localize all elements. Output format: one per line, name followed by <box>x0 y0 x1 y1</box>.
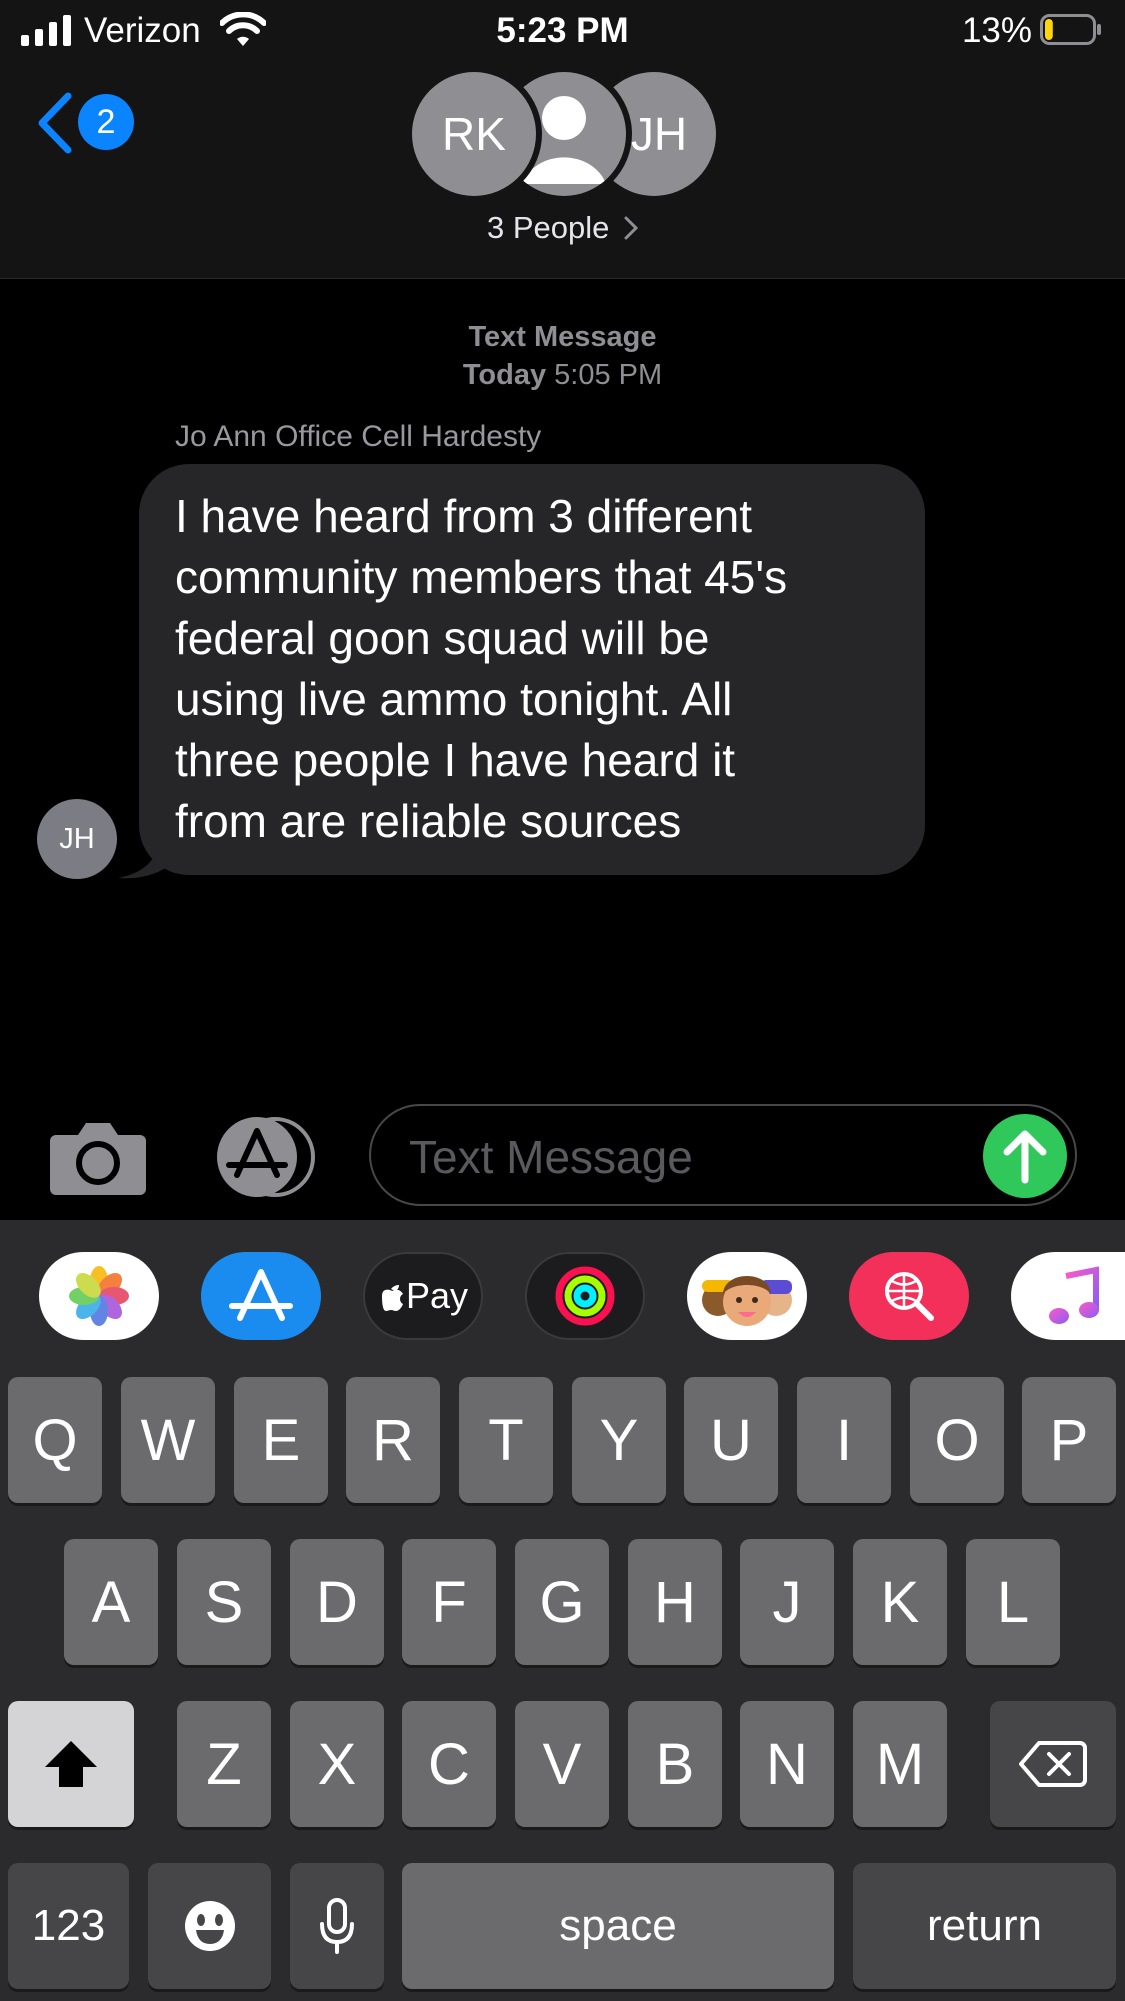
message-timestamp: Today 5:05 PM <box>0 359 1125 392</box>
key-s[interactable]: S <box>177 1539 271 1665</box>
numbers-key[interactable]: 123 <box>8 1863 129 1989</box>
shift-arrow-icon <box>45 1741 97 1787</box>
message-input-placeholder: Text Message <box>409 1131 693 1183</box>
key-u[interactable]: U <box>684 1377 778 1503</box>
emoji-key[interactable] <box>148 1863 271 1989</box>
group-avatar-rk[interactable]: RK <box>412 72 536 196</box>
activity-rings-icon <box>555 1266 615 1326</box>
photos-icon <box>69 1266 129 1326</box>
key-l[interactable]: L <box>966 1539 1060 1665</box>
key-k[interactable]: K <box>853 1539 947 1665</box>
arrow-up-icon <box>1003 1130 1047 1184</box>
key-r[interactable]: R <box>346 1377 440 1503</box>
message-service-label: Text Message <box>468 321 657 353</box>
key-f[interactable]: F <box>402 1539 496 1665</box>
sender-name: Jo Ann Office Cell Hardesty <box>175 420 542 453</box>
back-button[interactable]: 2 <box>34 88 144 158</box>
chevron-left-icon <box>38 92 72 154</box>
music-note-icon <box>1049 1266 1099 1324</box>
key-v[interactable]: V <box>515 1701 609 1827</box>
activity-button[interactable] <box>525 1252 645 1340</box>
message-bubble[interactable]: I have heard from 3 different community … <box>139 464 925 875</box>
key-c[interactable]: C <box>402 1701 496 1827</box>
key-b[interactable]: B <box>628 1701 722 1827</box>
memoji-icon <box>702 1276 792 1326</box>
key-y[interactable]: Y <box>572 1377 666 1503</box>
shift-key[interactable] <box>8 1701 134 1827</box>
space-key[interactable]: space <box>402 1863 834 1989</box>
key-h[interactable]: H <box>628 1539 722 1665</box>
key-p[interactable]: P <box>1022 1377 1116 1503</box>
app-store-apps-icon[interactable] <box>209 1117 319 1197</box>
image-search-button[interactable] <box>849 1252 969 1340</box>
delete-key[interactable] <box>990 1701 1116 1827</box>
memoji-button[interactable] <box>687 1252 807 1340</box>
apple-logo-icon <box>381 1285 403 1311</box>
group-details-link[interactable]: 3 People <box>0 210 1125 246</box>
app-store-button[interactable] <box>201 1252 321 1340</box>
message-input[interactable]: Text Message <box>369 1104 1077 1206</box>
music-button[interactable] <box>1011 1252 1125 1340</box>
sender-avatar[interactable]: JH <box>37 799 117 879</box>
key-e[interactable]: E <box>234 1377 328 1503</box>
key-x[interactable]: X <box>290 1701 384 1827</box>
key-m[interactable]: M <box>853 1701 947 1827</box>
apple-pay-label: Pay <box>405 1275 469 1316</box>
backspace-icon <box>1019 1741 1087 1787</box>
chevron-right-icon <box>624 216 639 240</box>
timestamp-day: Today <box>462 359 547 391</box>
key-n[interactable]: N <box>740 1701 834 1827</box>
apple-pay-button[interactable]: Pay <box>363 1252 483 1340</box>
photos-app-button[interactable] <box>39 1252 159 1340</box>
key-w[interactable]: W <box>121 1377 215 1503</box>
key-g[interactable]: G <box>515 1539 609 1665</box>
key-q[interactable]: Q <box>8 1377 102 1503</box>
camera-icon[interactable] <box>50 1117 146 1195</box>
globe-search-icon <box>885 1272 934 1321</box>
key-o[interactable]: O <box>910 1377 1004 1503</box>
dictation-key[interactable] <box>290 1863 384 1989</box>
return-key[interactable]: return <box>853 1863 1116 1989</box>
key-i[interactable]: I <box>797 1377 891 1503</box>
timestamp-time: 5:05 PM <box>554 359 663 391</box>
key-a[interactable]: A <box>64 1539 158 1665</box>
microphone-icon <box>320 1898 354 1954</box>
send-button[interactable] <box>983 1114 1067 1198</box>
status-time: 5:23 PM <box>496 11 629 50</box>
key-j[interactable]: J <box>740 1539 834 1665</box>
battery-percentage: 13% <box>961 11 1032 50</box>
key-d[interactable]: D <box>290 1539 384 1665</box>
app-store-icon <box>229 1269 293 1321</box>
key-t[interactable]: T <box>459 1377 553 1503</box>
group-title: 3 People <box>486 210 610 245</box>
battery-icon <box>1040 14 1101 45</box>
conversation-header: Verizon 5:23 PM 13% 2 JH RK 3 People <box>0 0 1125 279</box>
unread-count-badge: 2 <box>78 94 134 150</box>
smiley-face-icon <box>184 1901 235 1951</box>
key-z[interactable]: Z <box>177 1701 271 1827</box>
